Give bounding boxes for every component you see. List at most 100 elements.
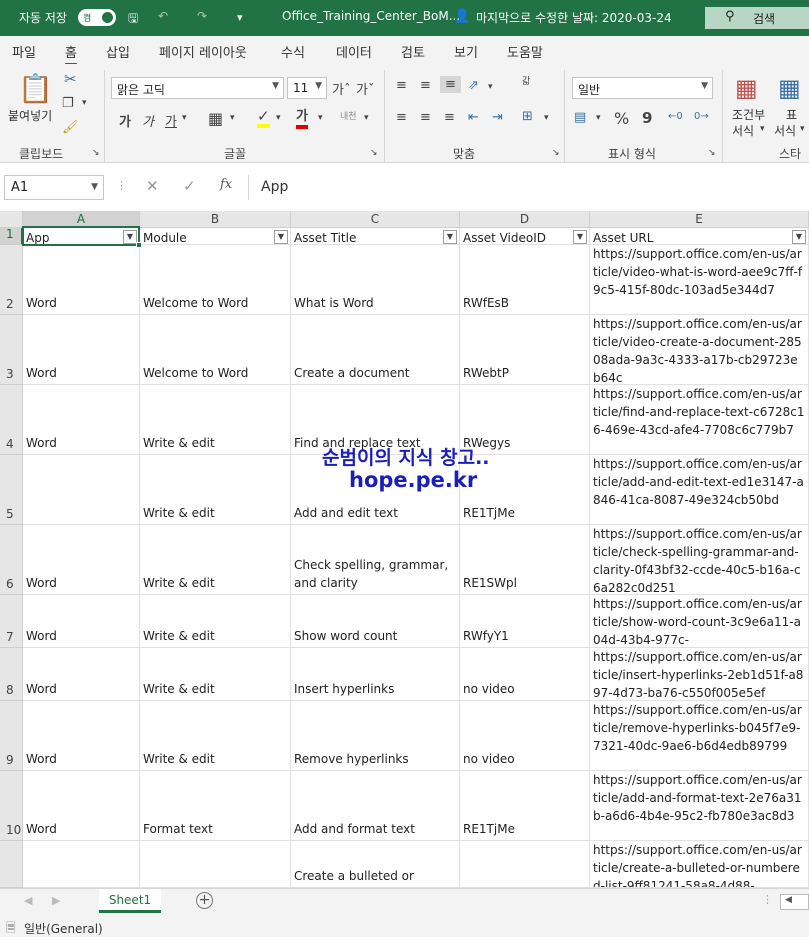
cell-url[interactable]: https://support.office.com/en-us/article… (590, 771, 809, 841)
cell-video[interactable]: RWegys (460, 385, 590, 455)
tab-formulas[interactable]: 수식 (281, 42, 305, 61)
row-header[interactable] (0, 841, 23, 888)
cell-video[interactable]: RE1SWpl (460, 525, 590, 595)
cell-module[interactable]: Write & edit (140, 455, 291, 525)
fill-color-icon[interactable]: ✓ (257, 108, 270, 128)
cell-app[interactable] (23, 841, 140, 888)
comma-style-button[interactable]: 9 (642, 109, 652, 127)
next-sheet-icon[interactable]: ▶ (52, 894, 60, 907)
conditional-format-icon[interactable]: ▦ (735, 74, 758, 102)
enter-icon[interactable]: ✓ (183, 177, 196, 195)
column-header-e[interactable]: E (590, 211, 809, 228)
merge-dropdown-icon[interactable]: ▾ (544, 113, 549, 123)
font-size-select[interactable]: 11 ▼ (287, 77, 327, 99)
cell-app[interactable]: Word (23, 315, 140, 385)
tab-review[interactable]: 검토 (401, 42, 425, 61)
cell-video[interactable]: RWfyY1 (460, 595, 590, 648)
column-header-b[interactable]: B (140, 211, 291, 228)
row-header[interactable]: 2 (0, 245, 23, 315)
tab-view[interactable]: 보기 (454, 42, 478, 61)
row-header[interactable]: 8 (0, 648, 23, 701)
font-color-dropdown-icon[interactable]: ▾ (318, 113, 323, 123)
row-header[interactable]: 6 (0, 525, 23, 595)
cell-video[interactable] (460, 841, 590, 888)
format-as-table-icon[interactable]: ▦ (778, 74, 801, 102)
cell-url[interactable]: https://support.office.com/en-us/article… (590, 648, 809, 701)
font-launcher-icon[interactable]: ↘ (370, 148, 378, 158)
tab-file[interactable]: 파일 (12, 42, 36, 61)
paste-label[interactable]: 붙여넣기 (8, 107, 52, 124)
cell-app[interactable]: Word (23, 245, 140, 315)
cell-title[interactable]: Create a document (291, 315, 460, 385)
tab-page-layout[interactable]: 페이지 레이아웃 (159, 42, 247, 61)
cell-module[interactable]: Welcome to Word (140, 315, 291, 385)
cell-video[interactable]: RWfEsB (460, 245, 590, 315)
conditional-format-label[interactable]: 조건부 (732, 106, 765, 123)
cell-url[interactable]: https://support.office.com/en-us/article… (590, 595, 809, 648)
percent-button[interactable]: % (614, 109, 629, 128)
increase-indent-icon[interactable]: ⇥ (492, 110, 503, 125)
cell-module[interactable]: Write & edit (140, 595, 291, 648)
header-cell-video[interactable]: Asset VideoID ▼ (460, 228, 590, 245)
format-as-table-label-2[interactable]: 서식 (774, 122, 796, 139)
italic-button[interactable]: 가 (142, 111, 154, 130)
fill-dropdown-icon[interactable]: ▾ (276, 113, 281, 123)
clipboard-launcher-icon[interactable]: ↘ (92, 148, 100, 158)
account-icon[interactable]: 👤 (454, 9, 470, 24)
decrease-decimal-icon[interactable]: 0→ (694, 111, 709, 122)
cell-title[interactable]: What is Word (291, 245, 460, 315)
font-color-icon[interactable]: 가 (296, 109, 308, 129)
cell-app[interactable]: Word (23, 385, 140, 455)
orientation-dropdown-icon[interactable]: ▾ (488, 82, 493, 92)
cell-title[interactable]: Insert hyperlinks (291, 648, 460, 701)
header-cell-app[interactable]: App ▼ (23, 228, 140, 245)
horizontal-scrollbar[interactable]: ◀ (780, 894, 809, 910)
paste-icon[interactable]: 📋 (18, 72, 53, 105)
search-box[interactable]: ⚲ 검색 (705, 7, 809, 29)
border-dropdown-icon[interactable]: ▾ (230, 113, 235, 123)
cell-video[interactable]: RE1TjMe (460, 455, 590, 525)
cell-title[interactable]: Show word count (291, 595, 460, 648)
row-header[interactable]: 9 (0, 701, 23, 771)
cell-video[interactable]: RE1TjMe (460, 771, 590, 841)
row-header[interactable]: 1 (0, 227, 23, 245)
cell-url[interactable]: https://support.office.com/en-us/article… (590, 525, 809, 595)
format-as-table-label[interactable]: 표 (786, 106, 797, 123)
cell-url[interactable]: https://support.office.com/en-us/article… (590, 841, 809, 888)
alignment-launcher-icon[interactable]: ↘ (552, 148, 560, 158)
cell-app[interactable] (23, 455, 140, 525)
redo-icon[interactable]: ↷ (197, 9, 207, 23)
copy-icon[interactable]: ❐ (62, 96, 74, 111)
header-cell-title[interactable]: Asset Title ▼ (291, 228, 460, 245)
number-format-select[interactable]: 일반 ▼ (572, 77, 713, 99)
underline-button[interactable]: 가 (165, 111, 177, 130)
column-header-d[interactable]: D (460, 211, 590, 228)
row-header[interactable]: 5 (0, 455, 23, 525)
filter-dropdown-icon[interactable]: ▼ (792, 230, 806, 244)
cell-module[interactable]: Welcome to Word (140, 245, 291, 315)
align-top-icon[interactable]: ≡ (396, 78, 407, 93)
name-box[interactable]: A1 ▼ (4, 175, 104, 200)
cell-title[interactable]: Create a bulleted or (291, 841, 460, 888)
formula-input[interactable]: App (248, 175, 809, 200)
align-middle-icon[interactable]: ≡ (420, 78, 431, 93)
customize-qat-icon[interactable]: ▾ (237, 11, 243, 24)
conditional-dropdown-icon[interactable]: ▾ (760, 124, 765, 134)
select-all-corner[interactable] (0, 211, 23, 228)
bold-button[interactable]: 가 (119, 111, 131, 130)
cancel-icon[interactable]: ✕ (146, 177, 159, 195)
filter-dropdown-icon[interactable]: ▼ (573, 230, 587, 244)
cell-module[interactable]: Write & edit (140, 701, 291, 771)
accounting-format-icon[interactable]: ▤ (574, 110, 586, 125)
tab-data[interactable]: 데이터 (336, 42, 372, 61)
filter-dropdown-icon[interactable]: ▼ (274, 230, 288, 244)
align-left-icon[interactable]: ≡ (396, 110, 407, 125)
cell-app[interactable]: Word (23, 648, 140, 701)
cell-app[interactable]: Word (23, 771, 140, 841)
filter-dropdown-icon[interactable]: ▼ (443, 230, 457, 244)
header-cell-url[interactable]: Asset URL ▼ (590, 228, 809, 245)
cell-module[interactable]: Write & edit (140, 385, 291, 455)
wrap-text-icon[interactable]: 갋 (522, 78, 530, 87)
fill-handle[interactable] (136, 242, 142, 248)
cell-module[interactable]: Write & edit (140, 648, 291, 701)
